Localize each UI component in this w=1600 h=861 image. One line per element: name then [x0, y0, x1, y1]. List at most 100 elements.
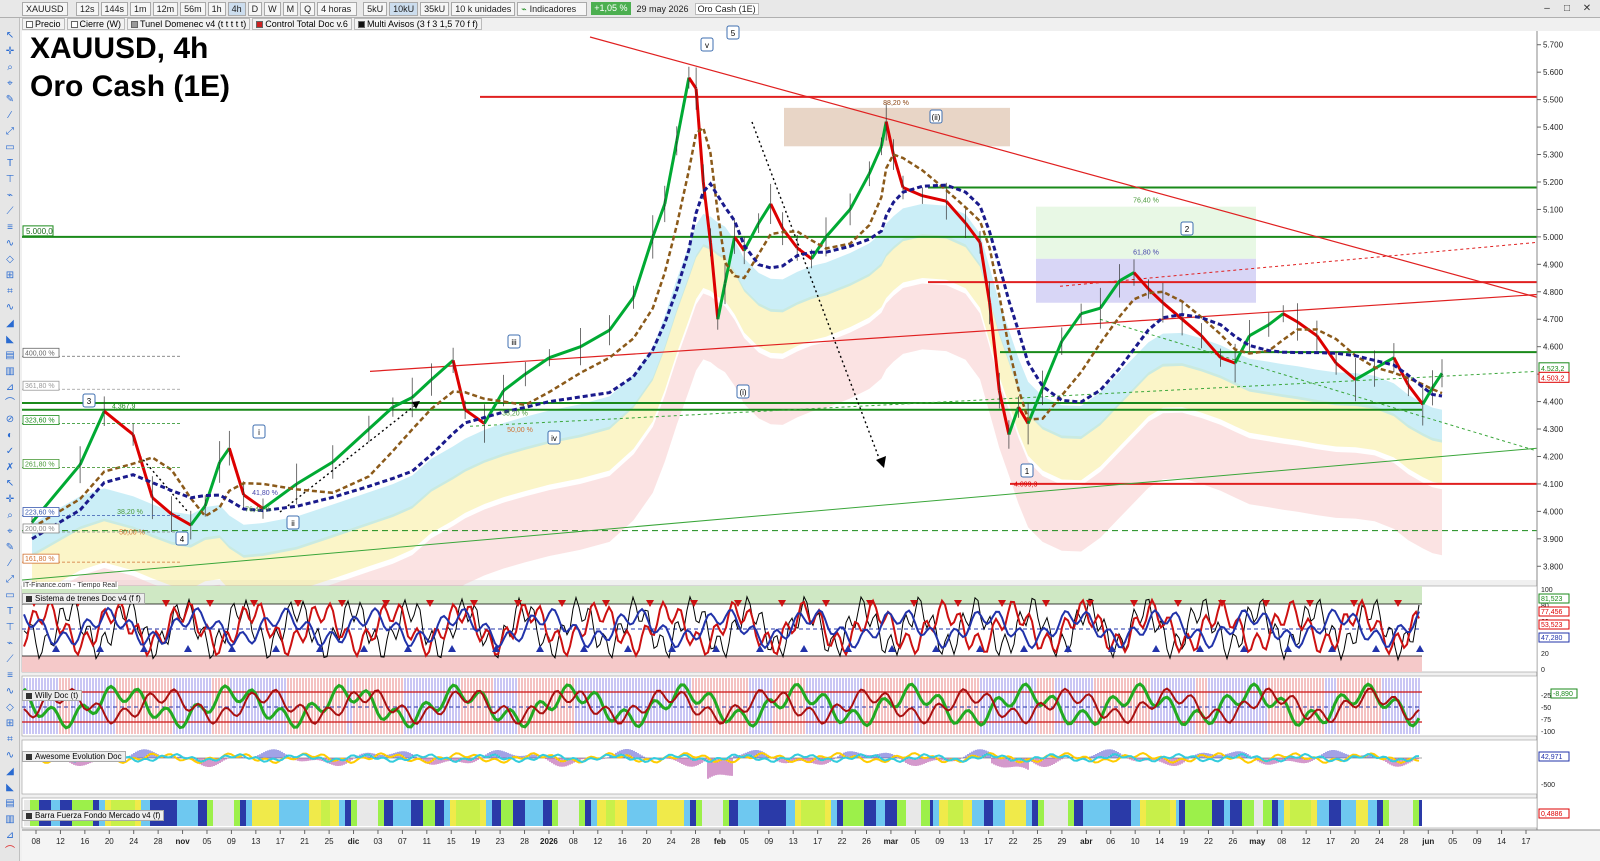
barra-bar: [1314, 800, 1317, 826]
barra-bar: [1407, 800, 1410, 826]
time-axis-label: 05: [911, 837, 920, 846]
barra-bar: [360, 800, 363, 826]
barra-bar: [552, 800, 555, 826]
barra-bar: [1143, 800, 1146, 826]
barra-bar: [1236, 800, 1239, 826]
barra-bar: [1116, 800, 1119, 826]
barra-bar: [519, 800, 522, 826]
barra-bar: [525, 800, 528, 826]
barra-bar: [798, 800, 801, 826]
barra-bar: [846, 800, 849, 826]
barra-bar: [177, 800, 180, 826]
panel-title-trenes[interactable]: Sistema de trenes Doc v4 (f f): [22, 593, 145, 604]
barra-bar: [738, 800, 741, 826]
barra-bar: [1335, 800, 1338, 826]
barra-bar: [807, 800, 810, 826]
trenes-scale-label: 0: [1541, 667, 1545, 674]
time-axis-label: 05: [203, 837, 212, 846]
barra-bar: [540, 800, 543, 826]
barra-bar: [585, 800, 588, 826]
chart-canvas[interactable]: 5.000,0 88,20 % 76,40 % 61,80 % 38,20 % 50,00…: [0, 0, 1600, 861]
barra-bar: [456, 800, 459, 826]
barra-bar: [930, 800, 933, 826]
barra-bar: [1287, 800, 1290, 826]
barra-bar: [237, 800, 240, 826]
barra-bar: [297, 800, 300, 826]
barra-bar: [642, 800, 645, 826]
barra-bar: [219, 800, 222, 826]
barra-bar: [915, 800, 918, 826]
barra-bar: [1020, 800, 1023, 826]
trading-app: XAUUSD 12s 144s 1m 12m 56m 1h 4h D W M Q 4 horas 5…: [0, 0, 1600, 861]
panel-title-willy[interactable]: Willy Doc (t): [22, 690, 83, 701]
time-axis-label: 08: [569, 837, 578, 846]
barra-bar: [897, 800, 900, 826]
time-axis-label: 25: [1033, 837, 1042, 846]
time-axis-label: mar: [884, 837, 899, 846]
barra-bar: [489, 800, 492, 826]
panel-title-barra[interactable]: Barra Fuerza Fondo Mercado v4 (f): [22, 810, 165, 821]
barra-bar: [1107, 800, 1110, 826]
barra-bar: [270, 800, 273, 826]
barra-bar: [804, 800, 807, 826]
barra-bar: [561, 800, 564, 826]
wave-label: 2: [1185, 225, 1190, 234]
price-axis-label: 4.600: [1543, 343, 1564, 352]
barra-bar: [354, 800, 357, 826]
time-axis-label: 20: [105, 837, 114, 846]
barra-bar: [900, 800, 903, 826]
barra-bar: [1317, 800, 1320, 826]
last-price-label: 4.523,2: [1541, 366, 1564, 373]
panel-color-square: [26, 595, 32, 602]
time-axis-label: 09: [227, 837, 236, 846]
panel-color-square: [26, 692, 32, 699]
barra-bar: [1320, 800, 1323, 826]
barra-bar: [1260, 800, 1263, 826]
barra-bar: [645, 800, 648, 826]
barra-bar: [171, 800, 174, 826]
trenes-scale-label: 20: [1541, 651, 1549, 658]
barra-bar: [690, 800, 693, 826]
barra-bar: [957, 800, 960, 826]
barra-bar: [522, 800, 525, 826]
barra-bar: [1251, 800, 1254, 826]
barra-bar: [849, 800, 852, 826]
barra-bar: [903, 800, 906, 826]
barra-bar: [855, 800, 858, 826]
barra-bar: [546, 800, 549, 826]
barra-bar: [1368, 800, 1371, 826]
barra-bar: [861, 800, 864, 826]
price-axis-label: 4.100: [1543, 480, 1564, 489]
barra-bar: [588, 800, 591, 826]
barra-bar: [321, 800, 324, 826]
barra-bar: [1095, 800, 1098, 826]
barra-bar: [1377, 800, 1380, 826]
time-axis-label: 26: [1228, 837, 1237, 846]
trenes-overbought-zone: [22, 586, 1422, 604]
fib-label: 41,80 %: [252, 490, 278, 497]
time-axis-label: 14: [1155, 837, 1164, 846]
panel-title-awesome[interactable]: Awesome Evolution Doc: [22, 751, 126, 762]
barra-bar: [756, 800, 759, 826]
barra-bar: [312, 800, 315, 826]
barra-bar: [765, 800, 768, 826]
barra-bar: [384, 800, 387, 826]
barra-bar: [1134, 800, 1137, 826]
barra-bar: [1371, 800, 1374, 826]
barra-bar: [1047, 800, 1050, 826]
barra-bar: [534, 800, 537, 826]
barra-bar: [1185, 800, 1188, 826]
barra-bar: [1125, 800, 1128, 826]
time-axis-label: 17: [1522, 837, 1531, 846]
barra-bar: [1041, 800, 1044, 826]
barra-bar: [408, 800, 411, 826]
barra-bar: [888, 800, 891, 826]
barra-bar: [906, 800, 909, 826]
time-axis-label: 24: [129, 837, 138, 846]
barra-bar: [276, 800, 279, 826]
barra-bar: [192, 800, 195, 826]
barra-bar: [243, 800, 246, 826]
wave-label: iii: [511, 338, 517, 347]
barra-bar: [891, 800, 894, 826]
barra-bar: [1128, 800, 1131, 826]
